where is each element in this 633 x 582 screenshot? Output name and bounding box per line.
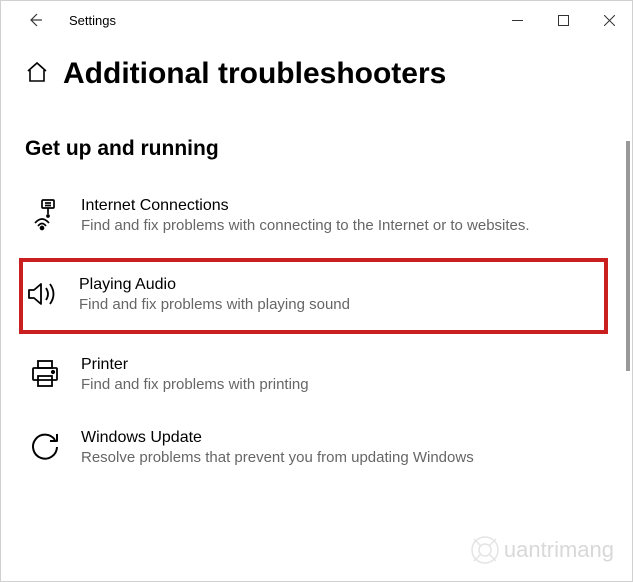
home-icon[interactable] bbox=[25, 60, 49, 89]
minimize-button[interactable] bbox=[494, 4, 540, 36]
troubleshooter-title: Internet Connections bbox=[81, 197, 530, 215]
troubleshooter-text: Playing Audio Find and fix problems with… bbox=[79, 276, 350, 315]
audio-icon bbox=[25, 276, 61, 312]
close-icon bbox=[604, 15, 615, 26]
watermark: uantrimang bbox=[470, 535, 614, 565]
troubleshooter-internet-connections[interactable]: Internet Connections Find and fix proble… bbox=[25, 189, 608, 244]
watermark-text: uantrimang bbox=[504, 537, 614, 563]
troubleshooter-printer[interactable]: Printer Find and fix problems with print… bbox=[25, 348, 608, 403]
update-icon bbox=[27, 429, 63, 465]
troubleshooter-title: Windows Update bbox=[81, 429, 474, 447]
minimize-icon bbox=[512, 15, 523, 26]
troubleshooter-windows-update[interactable]: Windows Update Resolve problems that pre… bbox=[25, 421, 608, 476]
window-controls bbox=[494, 4, 632, 36]
troubleshooter-desc: Find and fix problems with connecting to… bbox=[81, 216, 530, 236]
troubleshooter-desc: Resolve problems that prevent you from u… bbox=[81, 448, 474, 468]
section-heading: Get up and running bbox=[25, 137, 608, 161]
troubleshooter-desc: Find and fix problems with printing bbox=[81, 375, 309, 395]
troubleshooter-text: Printer Find and fix problems with print… bbox=[81, 356, 309, 395]
app-title: Settings bbox=[69, 13, 116, 28]
troubleshooter-desc: Find and fix problems with playing sound bbox=[79, 295, 350, 315]
page-header: Additional troubleshooters bbox=[25, 57, 608, 91]
page-title: Additional troubleshooters bbox=[63, 57, 446, 91]
maximize-button[interactable] bbox=[540, 4, 586, 36]
titlebar: Settings bbox=[1, 1, 632, 39]
troubleshooter-title: Printer bbox=[81, 356, 309, 374]
content-area: Additional troubleshooters Get up and ru… bbox=[1, 39, 632, 476]
arrow-left-icon bbox=[27, 12, 43, 28]
troubleshooter-text: Internet Connections Find and fix proble… bbox=[81, 197, 530, 236]
scrollbar[interactable] bbox=[626, 141, 630, 371]
close-button[interactable] bbox=[586, 4, 632, 36]
printer-icon bbox=[27, 356, 63, 392]
maximize-icon bbox=[558, 15, 569, 26]
troubleshooter-title: Playing Audio bbox=[79, 276, 350, 294]
network-icon bbox=[27, 197, 63, 233]
troubleshooter-text: Windows Update Resolve problems that pre… bbox=[81, 429, 474, 468]
back-button[interactable] bbox=[19, 4, 51, 36]
troubleshooter-playing-audio[interactable]: Playing Audio Find and fix problems with… bbox=[19, 258, 608, 333]
